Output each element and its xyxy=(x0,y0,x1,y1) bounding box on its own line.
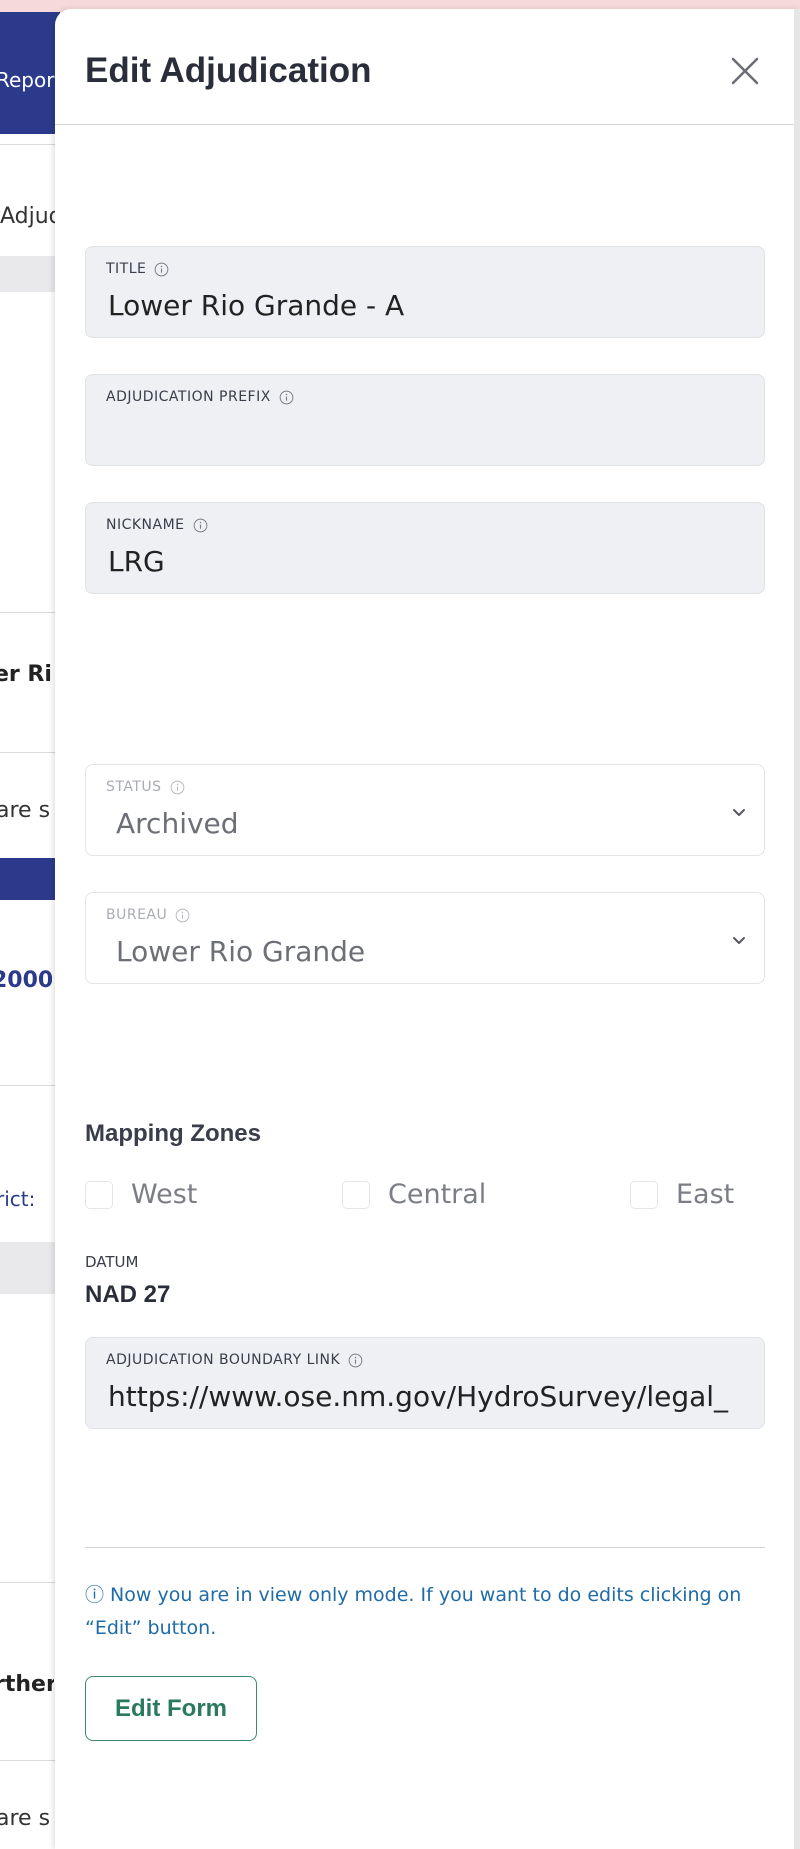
title-value[interactable]: Lower Rio Grande - A xyxy=(108,289,758,322)
divider xyxy=(0,752,60,753)
status-select[interactable]: STATUS Archived xyxy=(85,764,765,856)
title-field-label-row: TITLE xyxy=(106,261,169,277)
info-icon[interactable] xyxy=(154,262,169,277)
view-only-note: ⓘ Now you are in view only mode. If you … xyxy=(85,1584,742,1639)
zone-label: East xyxy=(676,1179,735,1210)
field-label: BUREAU xyxy=(106,907,168,923)
divider xyxy=(0,612,60,613)
field-label: ADJUDICATION BOUNDARY LINK xyxy=(106,1352,341,1368)
background-band xyxy=(0,256,60,292)
background-row-text: Adjudic xyxy=(0,204,60,229)
status-field-label-row: STATUS xyxy=(106,779,185,795)
background-band-blue xyxy=(0,858,60,900)
background-band xyxy=(0,1242,60,1294)
boundary-link-value[interactable]: https://www.ose.nm.gov/HydroSurvey/legal… xyxy=(108,1380,758,1413)
background-row-text: er Ri xyxy=(0,662,52,687)
zone-west-checkbox[interactable] xyxy=(85,1180,113,1209)
background-row-text: rther xyxy=(0,1672,54,1697)
zone-label: Central xyxy=(388,1179,487,1210)
zone-label: West xyxy=(131,1179,198,1210)
datum-value: NAD 27 xyxy=(85,1281,171,1308)
nickname-value[interactable]: LRG xyxy=(108,545,758,578)
background-header: Repor xyxy=(0,12,60,134)
panel-title: Edit Adjudication xyxy=(85,51,372,90)
zone-east[interactable]: East xyxy=(630,1179,734,1210)
scrollbar-track[interactable] xyxy=(794,9,800,1849)
nickname-field[interactable]: NICKNAME LRG xyxy=(85,502,765,594)
field-label: NICKNAME xyxy=(106,517,185,533)
background-row-text: are s xyxy=(0,798,51,823)
field-label: ADJUDICATION PREFIX xyxy=(106,389,271,405)
divider xyxy=(0,144,60,145)
divider xyxy=(85,1547,765,1548)
boundary-link-field[interactable]: ADJUDICATION BOUNDARY LINK https://www.o… xyxy=(85,1337,765,1429)
info-icon[interactable] xyxy=(279,390,294,405)
info-icon[interactable] xyxy=(175,908,190,923)
zone-central-checkbox[interactable] xyxy=(342,1180,370,1209)
divider xyxy=(0,1085,60,1086)
field-label: TITLE xyxy=(106,261,147,277)
bureau-select[interactable]: BUREAU Lower Rio Grande xyxy=(85,892,765,984)
divider xyxy=(0,1582,60,1583)
prefix-field-label-row: ADJUDICATION PREFIX xyxy=(106,389,294,405)
bureau-value: Lower Rio Grande xyxy=(116,935,366,968)
close-button[interactable] xyxy=(727,53,763,89)
info-icon[interactable] xyxy=(170,780,185,795)
adjudication-prefix-field[interactable]: ADJUDICATION PREFIX xyxy=(85,374,765,466)
field-label: STATUS xyxy=(106,779,162,795)
title-field[interactable]: TITLE Lower Rio Grande - A xyxy=(85,246,765,338)
background-app: Repor Adjudic er Ri are s 2000 rict: rth… xyxy=(0,12,60,1849)
zone-west[interactable]: West xyxy=(85,1179,197,1210)
datum-label: DATUM xyxy=(85,1253,139,1271)
divider xyxy=(0,1760,60,1761)
edit-adjudication-panel: Edit Adjudication TITLE Lower Rio Grande… xyxy=(55,9,800,1849)
boundary-link-label-row: ADJUDICATION BOUNDARY LINK xyxy=(106,1352,363,1368)
mapping-zones-title: Mapping Zones xyxy=(85,1120,261,1147)
bureau-field-label-row: BUREAU xyxy=(106,907,190,923)
status-value: Archived xyxy=(116,807,239,840)
zone-east-checkbox[interactable] xyxy=(630,1180,658,1209)
info-icon[interactable] xyxy=(348,1353,363,1368)
zone-central[interactable]: Central xyxy=(342,1179,486,1210)
edit-form-button[interactable]: Edit Form xyxy=(85,1676,257,1741)
chevron-down-icon xyxy=(733,937,745,944)
background-row-text: rict: xyxy=(0,1187,36,1211)
panel-header: Edit Adjudication xyxy=(55,9,795,125)
close-icon xyxy=(731,57,759,85)
nickname-field-label-row: NICKNAME xyxy=(106,517,208,533)
background-header-text[interactable]: Repor xyxy=(0,68,54,92)
chevron-down-icon xyxy=(733,809,745,816)
background-row-text: are s xyxy=(0,1806,51,1831)
info-icon[interactable] xyxy=(193,518,208,533)
background-row-link[interactable]: 2000 xyxy=(0,968,52,993)
